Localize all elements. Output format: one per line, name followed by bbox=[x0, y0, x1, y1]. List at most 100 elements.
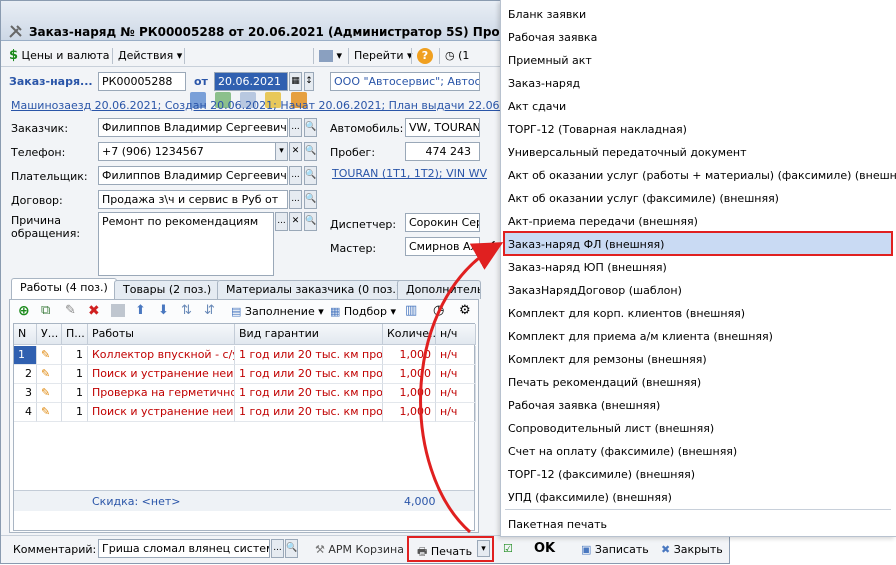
comment-field[interactable]: Гриша сломал влянец системы о bbox=[98, 539, 270, 558]
menu-item[interactable]: Акт-приема передачи (внешняя) bbox=[508, 215, 698, 228]
doc-number-field[interactable]: РК00005288 bbox=[98, 72, 186, 91]
date-field[interactable]: 20.06.2021 bbox=[214, 72, 288, 91]
row-number[interactable]: 1 bbox=[14, 346, 37, 365]
menu-item[interactable]: Акт об оказании услуг (факсимиле) (внешн… bbox=[508, 192, 779, 205]
car-details-link[interactable]: TOURAN (1T1, 1T2); VIN WV bbox=[332, 167, 487, 180]
menu-item[interactable]: Универсальный передаточный документ bbox=[508, 146, 746, 159]
menu-item[interactable]: Акт сдачи bbox=[508, 100, 566, 113]
delete-icon[interactable]: ✖ bbox=[88, 303, 100, 319]
menu-item[interactable]: Рабочая заявка bbox=[508, 31, 597, 44]
save-button[interactable]: ▣ Записать bbox=[581, 543, 649, 556]
row-warranty[interactable]: 1 год или 20 тыс. км проб... bbox=[235, 365, 383, 384]
car-field[interactable]: VW, TOURAN bbox=[405, 118, 480, 137]
menu-item[interactable]: Рабочая заявка (внешняя) bbox=[508, 399, 660, 412]
search-icon[interactable]: 🔍 bbox=[285, 539, 298, 558]
row-qty[interactable]: 1,000 bbox=[383, 384, 436, 403]
sort-desc-icon[interactable]: ⇵ bbox=[204, 303, 215, 318]
master-field[interactable]: Смирнов Алек bbox=[405, 237, 480, 256]
search-icon[interactable]: 🔍 bbox=[304, 142, 317, 161]
row-number[interactable]: 3 bbox=[14, 384, 37, 403]
row-warranty[interactable]: 1 год или 20 тыс. км проб... bbox=[235, 403, 383, 422]
goto-menu[interactable]: Перейти ▾ bbox=[354, 48, 413, 64]
reason-select-button[interactable]: ... bbox=[275, 212, 288, 231]
menu-item[interactable]: Счет на оплату (факсимиле) (внешняя) bbox=[508, 445, 737, 458]
row-work[interactable]: Поиск и устранение неис... bbox=[88, 403, 235, 422]
menu-item[interactable]: ТОРГ-12 (Товарная накладная) bbox=[508, 123, 687, 136]
column-header-n[interactable]: N bbox=[14, 324, 37, 345]
select-button[interactable]: ▦ Подбор ▾ bbox=[330, 305, 396, 318]
add-icon[interactable]: ⊕ bbox=[18, 303, 30, 319]
payer-field[interactable]: Филиппов Владимир Сергеевич bbox=[98, 166, 288, 185]
row-qty[interactable]: 1,000 bbox=[383, 365, 436, 384]
row-number[interactable]: 4 bbox=[14, 403, 37, 422]
menu-item[interactable]: Комплект для приема а/м клиента (внешняя… bbox=[508, 330, 773, 343]
customer-select-button[interactable]: ... bbox=[289, 118, 302, 137]
menu-item[interactable]: УПД (факсимиле) (внешняя) bbox=[508, 491, 672, 504]
column-header-u[interactable]: У... bbox=[37, 324, 62, 345]
end-edit-icon[interactable] bbox=[111, 304, 125, 317]
reason-field[interactable]: Ремонт по рекомендациям bbox=[98, 212, 274, 276]
comment-select-button[interactable]: ... bbox=[271, 539, 284, 558]
dispatcher-field[interactable]: Сорокин Серг bbox=[405, 213, 480, 232]
print-list-icon[interactable]: ▥ bbox=[405, 303, 417, 318]
menu-item[interactable]: Пакетная печать bbox=[508, 518, 607, 531]
tab-works[interactable]: Работы (4 поз.) bbox=[11, 278, 117, 300]
copy-row-icon[interactable]: ⧉ bbox=[41, 303, 50, 318]
edit-icon[interactable]: ✎ bbox=[65, 303, 76, 318]
search-icon[interactable]: 🔍 bbox=[304, 190, 317, 209]
menu-item[interactable]: Приемный акт bbox=[508, 54, 592, 67]
history-icon[interactable]: ◷ bbox=[433, 303, 444, 318]
move-down-icon[interactable]: ⬇ bbox=[158, 303, 169, 318]
row-work[interactable]: Коллектор впускной - с/у bbox=[88, 346, 235, 365]
menu-item[interactable]: Сопроводительный лист (внешняя) bbox=[508, 422, 714, 435]
phone-field[interactable]: +7 (906) 1234567 bbox=[98, 142, 288, 161]
tab-goods[interactable]: Товары (2 поз.) bbox=[114, 280, 221, 299]
menu-item[interactable]: ТОРГ-12 (факсимиле) (внешняя) bbox=[508, 468, 695, 481]
close-button[interactable]: ✖ Закрыть bbox=[661, 543, 723, 556]
history-button[interactable]: ◷ (1 bbox=[445, 48, 469, 64]
move-up-icon[interactable]: ⬆ bbox=[135, 303, 146, 318]
row-number[interactable]: 2 bbox=[14, 365, 37, 384]
timeline-link[interactable]: Машинозаезд 20.06.2021; Создан 20.06.202… bbox=[11, 99, 531, 112]
row-warranty[interactable]: 1 год или 20 тыс. км проб... bbox=[235, 346, 383, 365]
column-header-p[interactable]: П... bbox=[62, 324, 88, 345]
structure-button[interactable]: ▾ bbox=[319, 48, 342, 64]
tab-additional[interactable]: Дополнительн bbox=[397, 280, 481, 299]
contract-select-button[interactable]: ... bbox=[289, 190, 302, 209]
customer-field[interactable]: Филиппов Владимир Сергеевич bbox=[98, 118, 288, 137]
mileage-field[interactable]: 474 243 bbox=[405, 142, 480, 161]
phone-clear-button[interactable]: ✕ bbox=[289, 142, 302, 161]
actions-menu[interactable]: Действия ▾ bbox=[118, 48, 182, 64]
row-qty[interactable]: 1,000 bbox=[383, 403, 436, 422]
date-spin[interactable]: ↕ bbox=[304, 72, 314, 91]
organization-field[interactable]: ООО "Автосервис"; Автосервис bbox=[330, 72, 480, 91]
help-icon[interactable]: ? bbox=[417, 48, 433, 64]
calendar-icon[interactable]: ▦ bbox=[289, 72, 302, 91]
search-icon[interactable]: 🔍 bbox=[304, 212, 317, 231]
menu-item[interactable]: Комплект для корп. клиентов (внешняя) bbox=[508, 307, 745, 320]
search-icon[interactable]: 🔍 bbox=[304, 166, 317, 185]
column-header-works[interactable]: Работы bbox=[88, 324, 235, 345]
row-work[interactable]: Проверка на герметично... bbox=[88, 384, 235, 403]
phone-dropdown[interactable]: ▾ bbox=[275, 142, 288, 161]
contract-field[interactable]: Продажа з\ч и сервис в Руб от bbox=[98, 190, 288, 209]
menu-item[interactable]: Заказ-наряд bbox=[508, 77, 580, 90]
menu-item[interactable]: Акт об оказании услуг (работы + материал… bbox=[508, 169, 896, 182]
settings-icon[interactable]: ⚙ bbox=[459, 303, 471, 318]
column-header-nh[interactable]: н/ч bbox=[436, 324, 476, 345]
menu-item[interactable]: ЗаказНарядДоговор (шаблон) bbox=[508, 284, 682, 297]
column-header-qty[interactable]: Количе... bbox=[383, 324, 439, 345]
menu-item[interactable]: Комплект для ремзоны (внешняя) bbox=[508, 353, 707, 366]
row-warranty[interactable]: 1 год или 20 тыс. км проб... bbox=[235, 384, 383, 403]
tab-customer-materials[interactable]: Материалы заказчика (0 поз.) bbox=[217, 280, 410, 299]
row-work[interactable]: Поиск и устранение неис... bbox=[88, 365, 235, 384]
row-qty[interactable]: 1,000 bbox=[383, 346, 436, 365]
menu-item-selected[interactable]: Заказ-наряд ФЛ (внешняя) bbox=[508, 238, 664, 251]
prices-button[interactable]: $ Цены и валюта bbox=[9, 48, 110, 64]
search-icon[interactable]: 🔍 bbox=[304, 118, 317, 137]
reason-clear-button[interactable]: ✕ bbox=[289, 212, 302, 231]
sort-asc-icon[interactable]: ⇅ bbox=[181, 303, 192, 318]
payer-select-button[interactable]: ... bbox=[289, 166, 302, 185]
menu-item[interactable]: Заказ-наряд ЮП (внешняя) bbox=[508, 261, 667, 274]
column-header-warranty[interactable]: Вид гарантии bbox=[235, 324, 383, 345]
